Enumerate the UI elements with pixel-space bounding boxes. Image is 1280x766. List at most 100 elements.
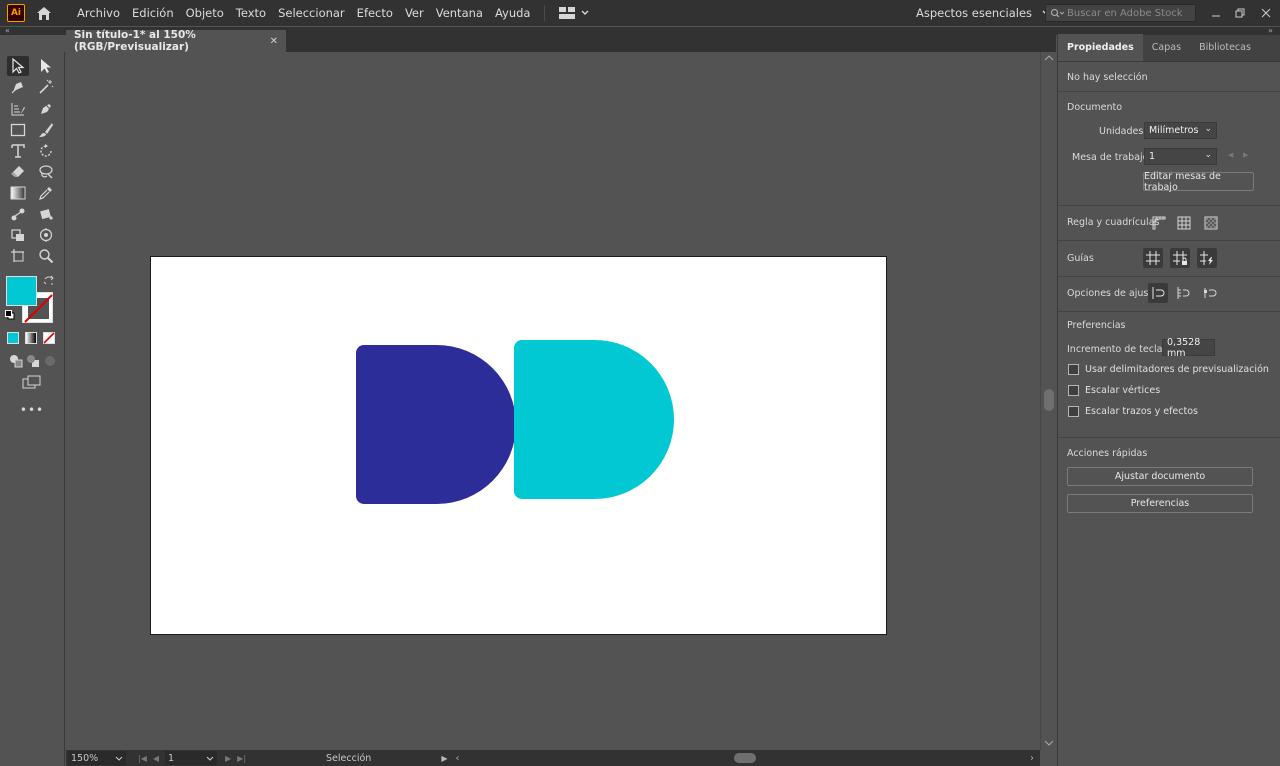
grid-toggle[interactable] (1174, 213, 1194, 233)
smart-guides-icon (1200, 251, 1213, 265)
first-artboard-icon[interactable]: |◀ (138, 754, 147, 763)
previous-artboard-icon[interactable]: ◀ (1228, 151, 1233, 159)
preferences-button[interactable]: Preferencias (1067, 494, 1253, 513)
scroll-up-icon[interactable] (1044, 55, 1054, 61)
type-tool[interactable] (7, 141, 29, 161)
color-mode-button[interactable] (7, 332, 19, 344)
magic-wand-tool[interactable] (35, 77, 57, 97)
scroll-left-icon[interactable]: ‹ (455, 753, 459, 764)
canvas-area[interactable] (66, 52, 1040, 750)
units-value: Milímetros (1149, 125, 1199, 136)
close-icon[interactable]: ✕ (270, 36, 278, 47)
expand-toolbar-icon[interactable]: « (5, 27, 10, 35)
eyedropper-tool[interactable] (35, 183, 57, 203)
menu-archivo[interactable]: Archivo (71, 0, 126, 26)
brush-tool[interactable] (35, 120, 57, 140)
blend-tool[interactable] (7, 204, 29, 224)
curvature-tool[interactable] (7, 99, 29, 119)
none-mode-button[interactable] (43, 332, 55, 344)
edit-toolbar-button[interactable]: ••• (20, 400, 43, 420)
checkbox-box (1068, 364, 1079, 375)
paintbrush-tool[interactable] (35, 99, 57, 119)
scroll-right-icon[interactable]: › (1030, 753, 1034, 764)
pen-tool[interactable] (7, 77, 29, 97)
eraser-tool[interactable] (7, 162, 29, 182)
zoom-select[interactable]: 150% (68, 751, 126, 765)
restore-button[interactable] (1228, 0, 1252, 26)
snap-to-pixel-toggle[interactable] (1173, 283, 1193, 303)
previous-artboard-icon[interactable]: ◀ (153, 754, 159, 763)
keyboard-increment-input[interactable]: 0,3528 mm (1162, 336, 1215, 359)
menu-seleccionar[interactable]: Seleccionar (272, 0, 351, 26)
menu-ventana[interactable]: Ventana (430, 0, 489, 26)
artboard-tool[interactable] (7, 246, 29, 266)
scale-strokes-checkbox[interactable]: Escalar trazos y efectos (1068, 406, 1198, 417)
smart-guides-toggle[interactable] (1197, 248, 1217, 268)
units-select[interactable]: Milímetros ⌄ (1144, 122, 1217, 139)
keyboard-increment-value: 0,3528 mm (1167, 336, 1201, 359)
menu-efecto[interactable]: Efecto (351, 0, 399, 26)
transparency-grid-toggle[interactable] (1201, 213, 1221, 233)
stock-search-input[interactable]: Buscar en Adobe Stock (1045, 4, 1196, 22)
gradient-mode-button[interactable] (25, 332, 37, 344)
close-window-button[interactable] (1254, 0, 1278, 26)
snap-to-glyph-toggle[interactable] (1200, 283, 1220, 303)
vertical-scroll-thumb[interactable] (1044, 389, 1054, 411)
eraser-icon (11, 166, 24, 177)
draw-inside-button[interactable] (39, 351, 61, 371)
rotate-tool[interactable] (35, 141, 57, 161)
default-colors-button[interactable] (5, 310, 15, 323)
edit-artboards-button[interactable]: Editar mesas de trabajo (1143, 171, 1254, 193)
collapse-panel-icon[interactable]: » (1268, 27, 1273, 35)
rotate-icon (40, 144, 52, 157)
fill-swatch-front[interactable] (6, 276, 37, 306)
swap-arrow-icon (43, 275, 54, 285)
next-artboard-icon[interactable]: ▶ (225, 754, 231, 763)
selection-tool[interactable] (7, 56, 29, 76)
artboard-navigator[interactable]: 1 (165, 751, 218, 765)
lasso-tool[interactable] (35, 162, 57, 182)
swap-fill-stroke-button[interactable] (43, 275, 55, 290)
document-tab[interactable]: Sin título-1* al 150% (RGB/Previsualizar… (66, 29, 286, 53)
rulers-toggle[interactable] (1149, 213, 1169, 233)
zoom-tool[interactable] (35, 246, 57, 266)
symbol-sprayer-tool[interactable] (7, 225, 29, 245)
rectangle-tool[interactable] (7, 120, 29, 140)
cyan-half-circle-shape[interactable] (514, 340, 674, 499)
puppet-warp-tool[interactable] (35, 225, 57, 245)
last-artboard-icon[interactable]: ▶| (237, 754, 246, 763)
menu-texto[interactable]: Texto (230, 0, 272, 26)
menu-objeto[interactable]: Objeto (180, 0, 230, 26)
scroll-down-icon[interactable] (1044, 740, 1054, 746)
tab-capas[interactable]: Capas (1143, 34, 1190, 61)
artboard[interactable] (150, 256, 887, 635)
next-artboard-icon[interactable]: ▶ (1243, 151, 1248, 159)
magic-wand-icon (39, 79, 54, 94)
preview-bounds-checkbox[interactable]: Usar delimitadores de previsualización (1068, 364, 1269, 375)
menu-ver[interactable]: Ver (399, 0, 430, 26)
tab-bibliotecas[interactable]: Bibliotecas (1190, 34, 1260, 61)
tab-propiedades[interactable]: Propiedades (1058, 34, 1143, 61)
snap-to-point-toggle[interactable] (1148, 283, 1168, 303)
gradient-tool[interactable] (7, 183, 29, 203)
live-paint-tool[interactable] (35, 204, 57, 224)
direct-selection-arrow-icon (41, 59, 51, 73)
workspace-switcher[interactable]: Aspectos esenciales (916, 0, 1050, 26)
fit-document-button[interactable]: Ajustar documento (1067, 467, 1253, 486)
horizontal-scroll-thumb[interactable] (734, 753, 756, 763)
screen-mode-button[interactable] (20, 372, 44, 392)
vertical-scrollbar[interactable] (1040, 52, 1056, 750)
menu-ayuda[interactable]: Ayuda (489, 0, 537, 26)
home-icon[interactable] (35, 4, 53, 22)
navy-half-circle-shape[interactable] (356, 345, 516, 504)
artboard-select[interactable]: 1 ⌄ (1144, 148, 1217, 165)
ruler-icon (1152, 216, 1166, 230)
menu-edicion[interactable]: Edición (126, 0, 180, 26)
status-menu-icon[interactable]: ▶ (441, 754, 447, 763)
show-guides-toggle[interactable] (1143, 248, 1163, 268)
lock-guides-toggle[interactable] (1170, 248, 1190, 268)
arrange-documents-button[interactable] (559, 7, 589, 19)
scale-corners-checkbox[interactable]: Escalar vértices (1068, 385, 1160, 396)
minimize-button[interactable] (1204, 0, 1228, 26)
direct-selection-tool[interactable] (35, 56, 57, 76)
